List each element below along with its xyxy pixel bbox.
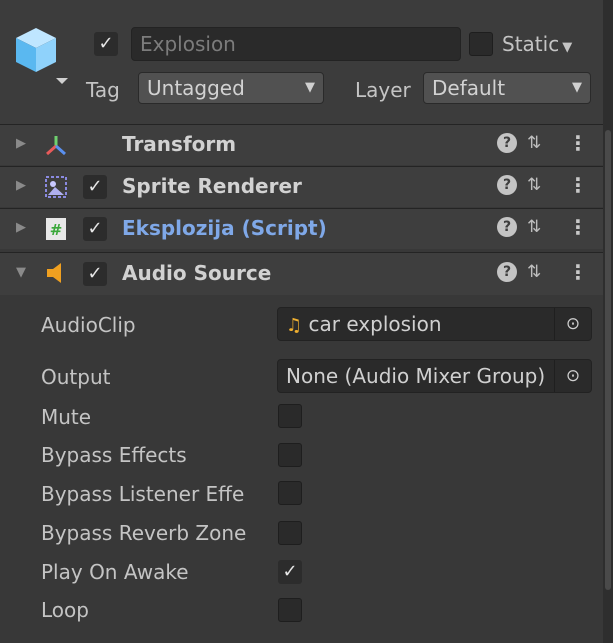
transform-icon (46, 136, 66, 156)
layer-dropdown[interactable]: Default ▼ (423, 72, 591, 104)
presets-icon[interactable]: ⇅ (527, 175, 541, 195)
bypass-listener-effects-checkbox[interactable] (278, 481, 302, 505)
help-icon[interactable]: ? (497, 217, 517, 237)
static-checkbox[interactable] (469, 32, 493, 56)
chevron-down-icon: ▼ (562, 40, 573, 55)
kebab-menu-icon[interactable]: ⋮ (568, 260, 588, 284)
object-name-field[interactable]: Explosion (131, 27, 461, 61)
kebab-menu-icon[interactable]: ⋮ (568, 173, 588, 197)
presets-icon[interactable]: ⇅ (527, 133, 541, 153)
object-picker-icon[interactable]: ⊙ (554, 360, 591, 392)
foldout-arrow-icon[interactable]: ▶ (16, 178, 26, 193)
kebab-menu-icon[interactable]: ⋮ (568, 215, 588, 239)
audio-source-properties: AudioClip ♫ car explosion ⊙ Output None … (0, 295, 603, 643)
mute-label: Mute (41, 405, 92, 429)
static-dropdown[interactable]: Static ▼ (502, 32, 572, 56)
audioclip-value: car explosion (308, 312, 442, 336)
tag-label: Tag (86, 78, 120, 102)
bypass-reverb-zones-label: Bypass Reverb Zone (41, 521, 247, 545)
object-picker-icon[interactable]: ⊙ (554, 308, 591, 340)
tag-dropdown[interactable]: Untagged ▼ (138, 72, 324, 104)
bypass-listener-effects-label: Bypass Listener Effe (41, 482, 245, 506)
component-title: Transform (122, 132, 237, 156)
layer-label: Layer (355, 78, 411, 102)
enabled-checkbox[interactable]: ✓ (83, 175, 107, 199)
active-checkbox[interactable]: ✓ (94, 32, 118, 56)
mute-checkbox[interactable] (278, 404, 302, 428)
component-title[interactable]: Eksplozija (Script) (122, 216, 327, 240)
sprite-renderer-icon (45, 176, 67, 198)
enabled-checkbox[interactable]: ✓ (83, 262, 107, 286)
loop-checkbox[interactable] (278, 598, 302, 622)
presets-icon[interactable]: ⇅ (527, 217, 541, 237)
audioclip-field[interactable]: ♫ car explosion ⊙ (277, 307, 592, 341)
kebab-menu-icon[interactable]: ⋮ (568, 131, 588, 155)
component-title: Sprite Renderer (122, 174, 302, 198)
foldout-arrow-icon[interactable]: ▶ (16, 220, 26, 235)
play-on-awake-checkbox[interactable]: ✓ (278, 560, 302, 584)
enabled-checkbox[interactable]: ✓ (83, 217, 107, 241)
bypass-effects-label: Bypass Effects (41, 443, 187, 467)
chevron-down-icon: ▼ (305, 80, 315, 95)
layer-value: Default (432, 76, 506, 100)
audioclip-label: AudioClip (41, 313, 136, 337)
foldout-arrow-icon[interactable]: ▼ (16, 265, 26, 280)
component-transform[interactable]: ▶ Transform ? ⇅ ⋮ (0, 124, 603, 165)
help-icon[interactable]: ? (497, 133, 517, 153)
svg-text:#: # (50, 221, 63, 239)
foldout-arrow-icon[interactable]: ▶ (16, 136, 26, 151)
cube-icon[interactable] (14, 26, 68, 84)
script-icon: # (46, 218, 66, 240)
loop-label: Loop (41, 598, 89, 622)
audio-source-icon (47, 263, 61, 283)
chevron-down-icon: ▼ (572, 80, 582, 95)
component-audio-source[interactable]: ▼ ✓ Audio Source ? ⇅ ⋮ (0, 252, 603, 295)
inspector-header: ✓ Explosion Static ▼ Tag Untagged ▼ Layer… (0, 0, 603, 124)
output-value: None (Audio Mixer Group) (286, 364, 546, 388)
static-label: Static (502, 32, 560, 56)
help-icon[interactable]: ? (497, 175, 517, 195)
output-label: Output (41, 365, 111, 389)
presets-icon[interactable]: ⇅ (527, 262, 541, 282)
bypass-effects-checkbox[interactable] (278, 443, 302, 467)
bypass-reverb-zones-checkbox[interactable] (278, 521, 302, 545)
scrollbar-thumb[interactable] (605, 130, 611, 590)
tag-value: Untagged (147, 76, 245, 100)
component-sprite-renderer[interactable]: ▶ ✓ Sprite Renderer ? ⇅ ⋮ (0, 166, 603, 207)
audio-clip-icon: ♫ (286, 315, 303, 336)
component-script[interactable]: ▶ # ✓ Eksplozija (Script) ? ⇅ ⋮ (0, 208, 603, 249)
help-icon[interactable]: ? (497, 262, 517, 282)
play-on-awake-label: Play On Awake (41, 560, 189, 584)
component-title: Audio Source (122, 261, 272, 285)
output-field[interactable]: None (Audio Mixer Group) ⊙ (277, 359, 592, 393)
